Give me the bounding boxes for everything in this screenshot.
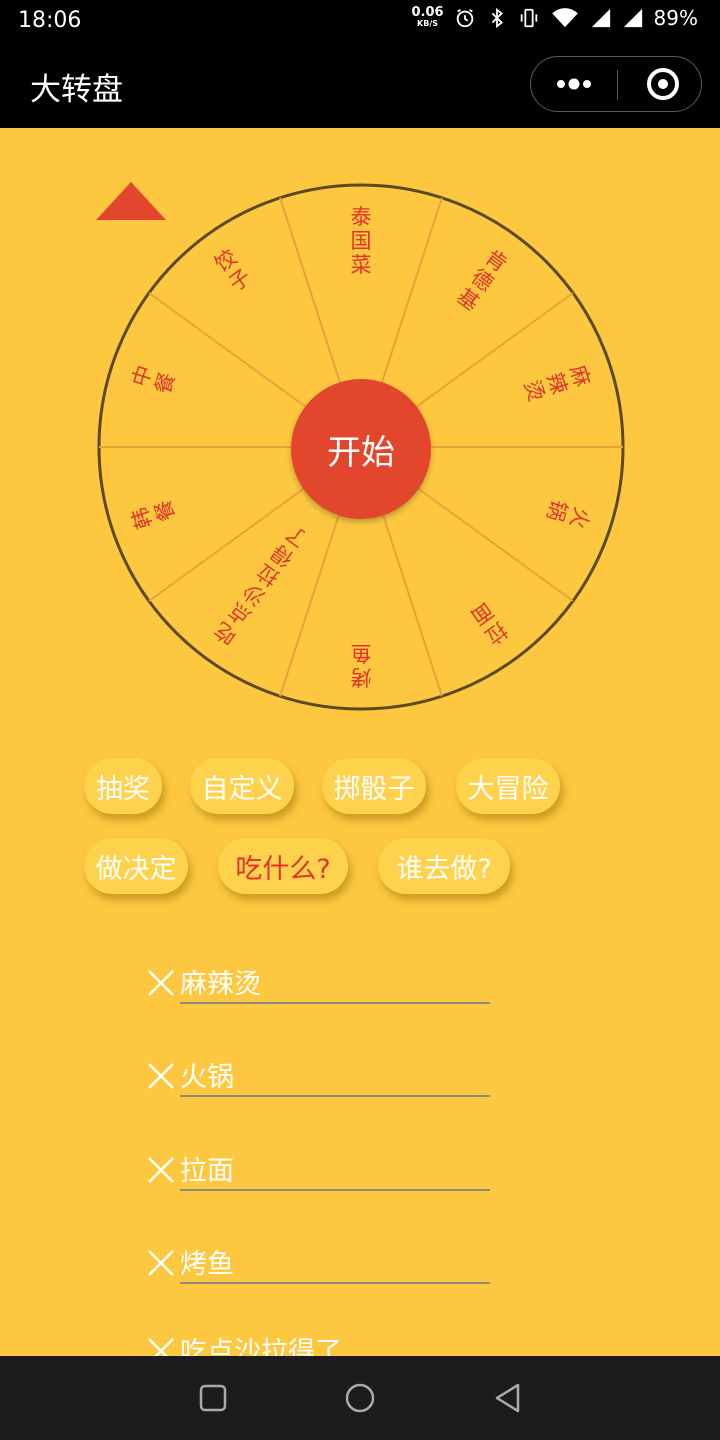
wheel-segment-char: 菜: [351, 253, 372, 277]
wheel-segment-label: 烤鱼: [351, 641, 372, 689]
list-item: 火锅: [146, 1051, 491, 1101]
wifi-icon: [551, 8, 578, 28]
chip-adventure[interactable]: 大冒险: [456, 758, 560, 814]
wheel-pointer: [96, 182, 166, 220]
chip-who-does-it[interactable]: 谁去做?: [378, 838, 510, 894]
chip-dice[interactable]: 掷骰子: [322, 758, 426, 814]
nav-bar: 大转盘: [0, 42, 720, 128]
status-time: 18:06: [18, 8, 82, 33]
chip-custom[interactable]: 自定义: [190, 758, 294, 814]
net-speed: 0.06 KB/S: [411, 5, 444, 29]
wheel-segment-char: 国: [351, 229, 372, 253]
delete-icon[interactable]: [146, 1061, 176, 1091]
item-label[interactable]: 麻辣烫: [180, 962, 261, 1001]
signal-icon: [591, 8, 610, 28]
start-button[interactable]: 开始: [291, 379, 431, 519]
wheel-segment-char: 烤: [351, 665, 372, 689]
item-label[interactable]: 火锅: [180, 1055, 234, 1094]
page-title: 大转盘: [30, 72, 123, 108]
home-icon[interactable]: [344, 1382, 376, 1414]
item-underline: [180, 1189, 490, 1191]
chip-decide[interactable]: 做决定: [84, 838, 188, 894]
mini-program-capsule: [530, 56, 702, 112]
recents-icon[interactable]: [197, 1382, 229, 1414]
item-underline: [180, 1095, 490, 1097]
close-button[interactable]: [617, 57, 703, 111]
wheel-segment-label: 泰国菜: [351, 205, 372, 277]
net-speed-unit: KB/S: [417, 19, 438, 28]
chip-lottery[interactable]: 抽奖: [84, 758, 162, 814]
target-close-icon: [647, 68, 679, 100]
list-item: 麻辣烫: [146, 958, 491, 1008]
vibrate-icon: [520, 8, 537, 28]
item-label[interactable]: 拉面: [180, 1149, 234, 1188]
net-speed-value: 0.06: [411, 5, 444, 20]
delete-icon[interactable]: [146, 1155, 176, 1185]
delete-icon[interactable]: [146, 1248, 176, 1278]
chip-what-to-eat[interactable]: 吃什么?: [218, 838, 348, 894]
back-icon[interactable]: [492, 1382, 524, 1414]
system-nav-bar: [0, 1356, 720, 1440]
status-icons: 0.06 KB/S 89%: [411, 6, 698, 30]
item-underline: [180, 1002, 490, 1004]
wheel-segment-char: 泰: [351, 205, 372, 229]
bluetooth-icon: [491, 7, 503, 29]
list-item: 烤鱼: [146, 1238, 491, 1288]
delete-icon[interactable]: [146, 968, 176, 998]
signal-icon: [623, 8, 642, 28]
wheel-segment-char: 鱼: [351, 641, 372, 665]
more-dots-icon: [557, 78, 591, 90]
item-label[interactable]: 烤鱼: [180, 1242, 234, 1281]
battery-level: 89%: [653, 6, 698, 30]
status-bar: 18:06 0.06 KB/S 89%: [0, 0, 720, 42]
list-item: 拉面: [146, 1145, 491, 1195]
alarm-icon: [456, 8, 473, 28]
more-button[interactable]: [531, 57, 617, 111]
item-underline: [180, 1282, 490, 1284]
